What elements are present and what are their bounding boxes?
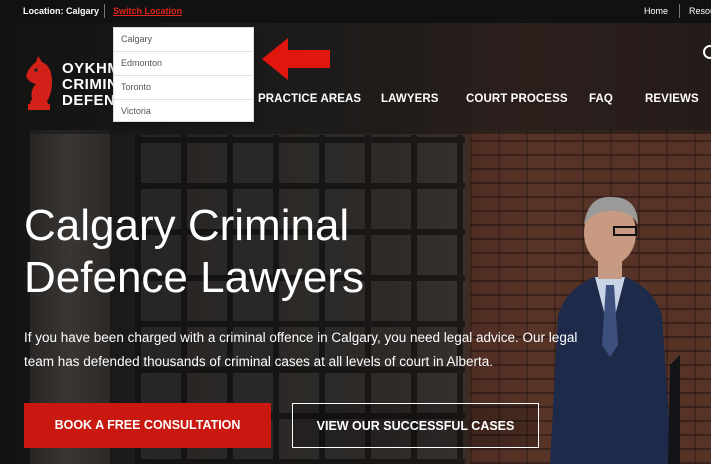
- top-bar: Location: Calgary Switch Location Home R…: [0, 0, 711, 23]
- search-icon[interactable]: [703, 45, 711, 59]
- location-option-edmonton[interactable]: Edmonton: [114, 52, 253, 76]
- nav-reviews[interactable]: REVIEWS: [645, 93, 699, 105]
- current-location-label: Location: Calgary: [23, 6, 100, 16]
- location-option-calgary[interactable]: Calgary: [114, 28, 253, 52]
- home-link[interactable]: Home: [644, 6, 668, 16]
- top-bar-divider: [104, 4, 105, 18]
- main-nav-bar: OYKHM CRIMIN DEFEN PRACTICE AREAS LAWYER…: [0, 23, 711, 134]
- nav-faq[interactable]: FAQ: [589, 93, 613, 105]
- nav-court-process[interactable]: COURT PROCESS: [466, 93, 568, 105]
- book-consultation-button[interactable]: BOOK A FREE CONSULTATION: [24, 403, 271, 448]
- chess-knight-logo-icon[interactable]: [22, 56, 56, 110]
- switch-location-link[interactable]: Switch Location: [113, 6, 182, 16]
- hero-headline-line: Defence Lawyers: [24, 253, 364, 302]
- hero-headline-line: Calgary Criminal: [24, 201, 350, 250]
- logo-text-line: OYKHM: [62, 60, 121, 77]
- logo-text-line: CRIMIN: [62, 76, 119, 93]
- view-cases-button[interactable]: VIEW OUR SUCCESSFUL CASES: [292, 403, 539, 448]
- top-bar-divider: [679, 4, 680, 18]
- location-option-victoria[interactable]: Victoria: [114, 100, 253, 123]
- red-arrow-icon: [262, 38, 330, 80]
- resources-link[interactable]: Resou: [689, 6, 711, 16]
- logo-text[interactable]: OYKHM CRIMIN DEFEN: [62, 61, 120, 109]
- nav-practice-areas[interactable]: PRACTICE AREAS: [258, 93, 361, 105]
- logo-text-line: DEFEN: [62, 92, 116, 109]
- hero-headline: Calgary Criminal Defence Lawyers: [24, 200, 474, 304]
- hero-description: If you have been charged with a criminal…: [24, 330, 578, 369]
- nav-lawyers[interactable]: LAWYERS: [381, 93, 439, 105]
- location-dropdown: Calgary Edmonton Toronto Victoria: [113, 27, 254, 122]
- lawyer-photo: [550, 196, 680, 464]
- location-option-toronto[interactable]: Toronto: [114, 76, 253, 100]
